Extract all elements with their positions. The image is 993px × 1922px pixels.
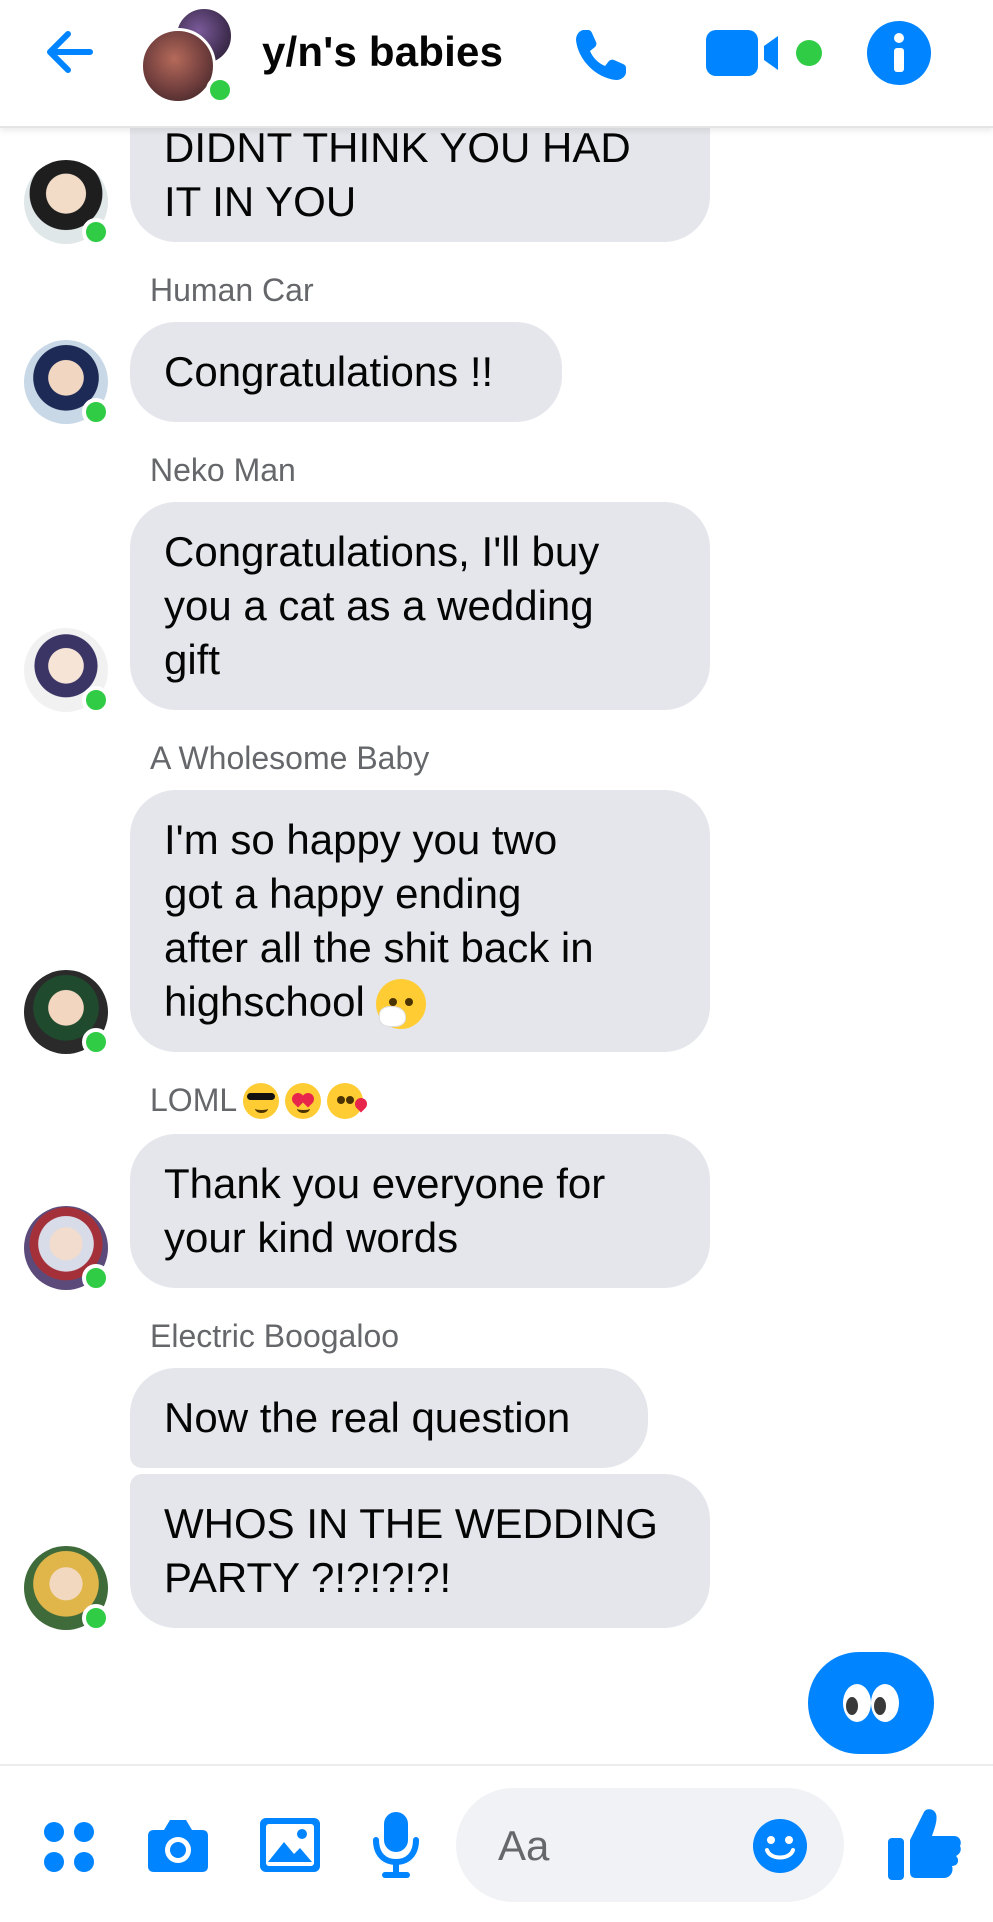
avatar[interactable]: [24, 628, 110, 714]
sender-name: LOML: [150, 1082, 370, 1119]
avatar[interactable]: [24, 970, 110, 1056]
avatar[interactable]: [24, 160, 110, 246]
online-indicator: [82, 686, 110, 714]
chat-header: y/n's babies: [0, 0, 993, 128]
kissing-face-emoji: [327, 1082, 370, 1119]
chat-title[interactable]: y/n's babies: [262, 28, 503, 76]
message-text: DIDNT THINK YOU HAD IT IN YOU: [164, 124, 631, 225]
sender-name: Human Car: [150, 272, 314, 308]
message-bubble[interactable]: WHOS IN THE WEDDING PARTY ?!?!?!?!: [130, 1474, 710, 1628]
message-input[interactable]: [496, 1818, 740, 1874]
info-icon[interactable]: [866, 20, 932, 86]
phone-icon[interactable]: [570, 24, 632, 86]
outgoing-message-bubble[interactable]: [808, 1652, 934, 1754]
message-bubble[interactable]: Thank you everyone for your kind words: [130, 1134, 710, 1288]
sender-name: Electric Boogaloo: [150, 1318, 400, 1354]
message-input-container[interactable]: [456, 1788, 844, 1902]
call-active-indicator: [796, 40, 822, 66]
message-list[interactable]: DIDNT THINK YOU HAD IT IN YOU Human Car …: [0, 0, 993, 1760]
online-indicator: [82, 398, 110, 426]
message-bubble[interactable]: Congratulations, I'll buy you a cat as a…: [130, 502, 710, 710]
message-bubble[interactable]: DIDNT THINK YOU HAD IT IN YOU: [130, 108, 710, 242]
sunglasses-face-emoji: [243, 1082, 280, 1119]
message-text: Congratulations !!: [164, 348, 494, 395]
gallery-icon[interactable]: [258, 1816, 322, 1874]
message-composer: [0, 1764, 993, 1922]
group-avatar[interactable]: [140, 6, 240, 104]
sneezing-face-emoji: [376, 979, 427, 1030]
microphone-icon[interactable]: [370, 1810, 422, 1880]
message-bubble[interactable]: I'm so happy you two got a happy ending …: [130, 790, 710, 1052]
thumbs-up-icon[interactable]: [884, 1804, 964, 1884]
online-indicator: [82, 1028, 110, 1056]
message-bubble[interactable]: Congratulations !!: [130, 322, 562, 422]
camera-icon[interactable]: [146, 1816, 210, 1874]
message-text: WHOS IN THE WEDDING PARTY ?!?!?!?!: [164, 1500, 658, 1601]
online-indicator: [82, 218, 110, 246]
more-actions-icon[interactable]: [40, 1818, 98, 1876]
eyes-emoji-icon: [843, 1684, 899, 1722]
online-indicator: [206, 76, 234, 104]
avatar[interactable]: [24, 1206, 110, 1292]
sender-name: A Wholesome Baby: [150, 740, 430, 776]
message-text: Now the real question: [164, 1394, 571, 1441]
heart-eyes-emoji: [285, 1082, 322, 1119]
message-text: Congratulations, I'll buy you a cat as a…: [164, 528, 600, 683]
avatar[interactable]: [24, 1546, 110, 1632]
emoji-icon[interactable]: [752, 1818, 808, 1874]
message-text: Thank you everyone for your kind words: [164, 1160, 606, 1261]
message-text: I'm so happy you two got a happy ending …: [164, 813, 594, 1030]
online-indicator: [82, 1264, 110, 1292]
online-indicator: [82, 1604, 110, 1632]
message-bubble[interactable]: Now the real question: [130, 1368, 648, 1468]
back-arrow-icon[interactable]: [40, 22, 100, 82]
sender-name: Neko Man: [150, 452, 296, 488]
video-camera-icon[interactable]: [704, 28, 794, 78]
avatar[interactable]: [24, 340, 110, 426]
member-avatar: [140, 28, 216, 104]
